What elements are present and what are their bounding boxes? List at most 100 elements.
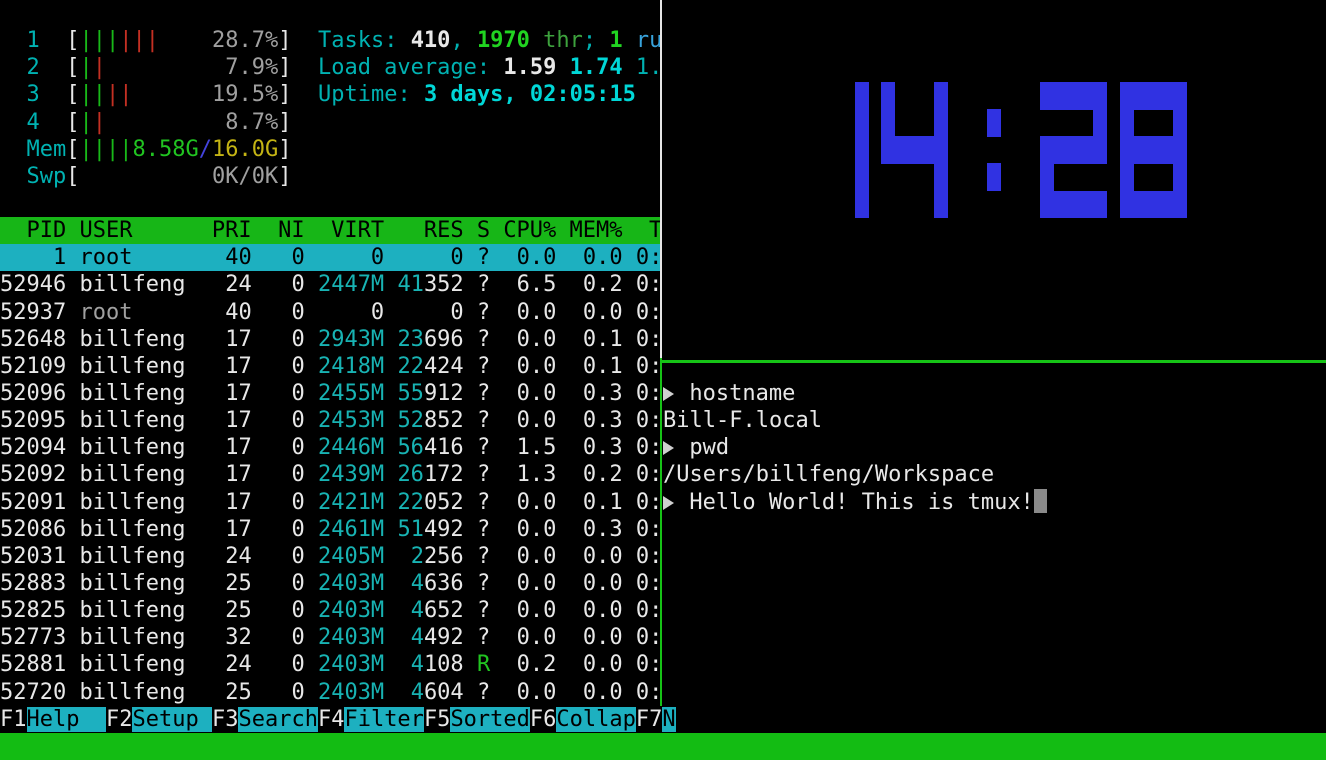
pid-cell: 52937	[0, 300, 66, 325]
state-cell: ?	[477, 490, 490, 515]
process-row-52946[interactable]: 52946 billfeng 24 0 2447M 41352 ? 6.5 0.…	[0, 271, 662, 298]
shell-pane[interactable]: hostnameBill-F.local pwd/Users/billfeng/…	[663, 0, 1326, 733]
res-cell-lo: 636	[424, 571, 464, 596]
process-row-52648[interactable]: 52648 billfeng 17 0 2943M 23696 ? 0.0 0.…	[0, 326, 662, 353]
meter-close-bracket: ]	[278, 28, 291, 53]
process-row-1[interactable]: 1 root 40 0 0 0 ? 0.0 0.0 0:	[0, 244, 662, 271]
tmux-screen: 1 [|||||| 28.7%] Tasks: 410, 1970 thr; 1…	[0, 0, 1326, 760]
process-row-52773[interactable]: 52773 billfeng 32 0 2403M 4492 ? 0.0 0.0…	[0, 624, 662, 651]
fkey-label-f1[interactable]: Help	[27, 707, 106, 732]
res-cell-hi: 56	[397, 435, 424, 460]
swp-value: 0K/0K	[212, 164, 278, 189]
process-row-52825[interactable]: 52825 billfeng 25 0 2403M 4652 ? 0.0 0.0…	[0, 597, 662, 624]
mem-used-value: 8.58G	[132, 137, 198, 162]
fkey-label-f2[interactable]: Setup	[132, 707, 211, 732]
process-row-52095[interactable]: 52095 billfeng 17 0 2453M 52852 ? 0.0 0.…	[0, 407, 662, 434]
fkey-key-f4: F4	[318, 707, 345, 732]
virt-cell: 2461M	[318, 517, 384, 542]
cpu-percent: 19.5%	[212, 82, 278, 107]
cpu-bar-green: |	[80, 55, 93, 80]
time-cell: 0:	[636, 517, 663, 542]
user-cell: billfeng	[79, 490, 198, 515]
prompt-arrow-icon	[663, 387, 674, 401]
state-cell: ?	[477, 598, 490, 623]
user-cell: billfeng	[79, 571, 198, 596]
virt-cell: 2446M	[318, 435, 384, 460]
time-cell: 0:	[636, 544, 663, 569]
output-text: /Users/billfeng/Workspace	[663, 462, 994, 487]
res-cell-lo: 912	[424, 381, 464, 406]
res-cell-hi: 41	[397, 272, 424, 297]
state-cell: ?	[477, 435, 490, 460]
shell-line: /Users/billfeng/Workspace	[663, 461, 994, 488]
cpu-meter-2: 2 [|| 7.9%] Load average: 1.59 1.74 1.	[0, 54, 662, 81]
time-cell: 0:	[636, 272, 663, 297]
process-row-52883[interactable]: 52883 billfeng 25 0 2403M 4636 ? 0.0 0.0…	[0, 570, 662, 597]
process-row-52720[interactable]: 52720 billfeng 25 0 2403M 4604 ? 0.0 0.0…	[0, 679, 662, 706]
virt-cell: 2453M	[318, 408, 384, 433]
res-cell-hi: 26	[397, 462, 424, 487]
process-row-52091[interactable]: 52091 billfeng 17 0 2421M 22052 ? 0.0 0.…	[0, 489, 662, 516]
meter-close-bracket: ]	[278, 110, 291, 135]
pid-cell: 52881	[0, 652, 66, 677]
virt-cell: 2403M	[318, 652, 384, 677]
time-cell: 0:	[636, 571, 663, 596]
user-cell: billfeng	[79, 354, 198, 379]
time-cell: 0:	[636, 598, 663, 623]
pid-cell: 52648	[0, 327, 66, 352]
res-cell-lo: 696	[424, 327, 464, 352]
virt-cell: 2418M	[318, 354, 384, 379]
process-row-52937[interactable]: 52937 root 40 0 0 0 ? 0.0 0.0 0:	[0, 299, 662, 326]
user-cell: billfeng	[79, 272, 198, 297]
process-row-52086[interactable]: 52086 billfeng 17 0 2461M 51492 ? 0.0 0.…	[0, 516, 662, 543]
pid-cell: 52883	[0, 571, 66, 596]
command-text: hostname	[676, 381, 795, 406]
cpu-percent: 8.7%	[212, 110, 278, 135]
state-cell: ?	[477, 571, 490, 596]
htop-pane[interactable]: 1 [|||||| 28.7%] Tasks: 410, 1970 thr; 1…	[0, 0, 676, 733]
process-row-52094[interactable]: 52094 billfeng 17 0 2446M 56416 ? 1.5 0.…	[0, 434, 662, 461]
res-cell-hi: 4	[411, 625, 424, 650]
user-cell: billfeng	[79, 517, 198, 542]
fkey-label-f3[interactable]: Search	[238, 707, 317, 732]
shell-line: Bill-F.local	[663, 407, 822, 434]
mem-meter: Mem[||||8.58G/16.0G]	[0, 136, 291, 163]
cpu-meter-4: 4 [|| 8.7%]	[0, 109, 291, 136]
res-cell-lo: 108	[424, 652, 464, 677]
process-row-52881[interactable]: 52881 billfeng 24 0 2403M 4108 R 0.2 0.0…	[0, 651, 662, 678]
res-cell-hi: 4	[411, 598, 424, 623]
res-cell-hi: 22	[397, 354, 424, 379]
res-cell-hi: 52	[397, 408, 424, 433]
command-text: Hello World! This is tmux!	[676, 490, 1034, 515]
process-row-52096[interactable]: 52096 billfeng 17 0 2455M 55912 ? 0.0 0.…	[0, 380, 662, 407]
process-table-header[interactable]: PID USER PRI NI VIRT RES S CPU% MEM% T	[0, 217, 662, 244]
prompt-arrow-icon	[663, 496, 674, 510]
fkey-label-f4[interactable]: Filter	[344, 707, 423, 732]
fkey-label-f6[interactable]: Collap	[556, 707, 635, 732]
cpu-bar-red: |||	[119, 28, 159, 53]
pid-cell: 52720	[0, 680, 66, 705]
state-cell: ?	[477, 245, 490, 270]
state-cell: ?	[477, 625, 490, 650]
fkey-bar: F1Help F2Setup F3SearchF4FilterF5SortedF…	[0, 706, 676, 733]
process-row-52092[interactable]: 52092 billfeng 17 0 2439M 26172 ? 1.3 0.…	[0, 461, 662, 488]
fkey-label-f5[interactable]: Sorted	[450, 707, 529, 732]
virt-cell: 2421M	[318, 490, 384, 515]
fkey-key-f7: F7	[636, 707, 663, 732]
fkey-key-f1: F1	[0, 707, 27, 732]
time-cell: 0:	[636, 625, 663, 650]
pane-border-horizontal-active	[660, 360, 1326, 363]
pid-cell: 52946	[0, 272, 66, 297]
res-cell-hi: 51	[397, 517, 424, 542]
virt-cell: 2403M	[318, 598, 384, 623]
cpu-meter-3: 3 [|||| 19.5%] Uptime: 3 days, 02:05:15	[0, 81, 636, 108]
process-row-52031[interactable]: 52031 billfeng 24 0 2405M 2256 ? 0.0 0.0…	[0, 543, 662, 570]
shell-line: hostname	[663, 380, 795, 407]
cpu-bar-green: ||	[80, 82, 107, 107]
state-cell: ?	[477, 381, 490, 406]
process-row-52109[interactable]: 52109 billfeng 17 0 2418M 22424 ? 0.0 0.…	[0, 353, 662, 380]
fkey-key-f3: F3	[212, 707, 239, 732]
user-cell: billfeng	[79, 435, 198, 460]
state-cell: ?	[477, 272, 490, 297]
pid-cell: 52773	[0, 625, 66, 650]
